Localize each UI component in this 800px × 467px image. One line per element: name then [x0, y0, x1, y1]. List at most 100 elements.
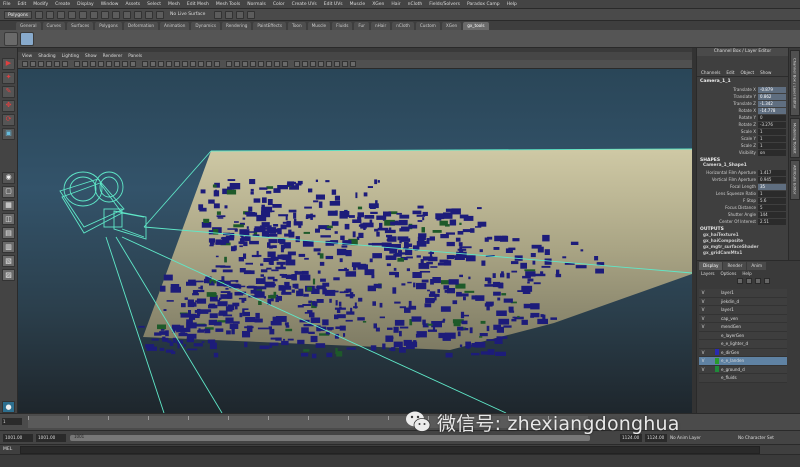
single-pane-layout-icon[interactable]: ▢: [2, 185, 15, 198]
persp-outliner-layout-icon[interactable]: ▤: [2, 227, 15, 240]
viewport-toolbar-icon[interactable]: [98, 61, 104, 67]
undo-icon[interactable]: [68, 10, 77, 19]
move-tool-icon[interactable]: ✥: [2, 99, 15, 112]
attribute-value[interactable]: 0.945: [758, 176, 786, 183]
side-tab-attribute-editor[interactable]: Attribute Editor: [790, 160, 800, 200]
layer-visibility-toggle[interactable]: V: [699, 324, 707, 329]
viewport-toolbar-icon[interactable]: [326, 61, 332, 67]
layer-playback-toggle[interactable]: [707, 298, 715, 304]
viewport-toolbar-icon[interactable]: [74, 61, 80, 67]
shelf-tab[interactable]: Dynamics: [191, 22, 221, 30]
channel-box-menu-item[interactable]: Object: [740, 70, 754, 75]
shelf-tab[interactable]: Surfaces: [67, 22, 94, 30]
menu-item[interactable]: Edit: [18, 2, 27, 7]
viewport-toolbar-icon[interactable]: [274, 61, 280, 67]
viewport-toolbar-icon[interactable]: [30, 61, 36, 67]
menu-item[interactable]: Display: [77, 2, 94, 7]
menu-item[interactable]: Edit UVs: [324, 2, 343, 7]
menu-item[interactable]: File: [3, 2, 11, 7]
layer-playback-toggle[interactable]: [707, 341, 715, 347]
redo-icon[interactable]: [79, 10, 88, 19]
shelf-tab[interactable]: Toon: [288, 22, 306, 30]
viewport-toolbar-icon[interactable]: [342, 61, 348, 67]
select-object-icon[interactable]: [101, 10, 110, 19]
outliner-layout-icon[interactable]: ▨: [2, 269, 15, 282]
select-tool-icon[interactable]: ▶: [2, 58, 15, 70]
attribute-value[interactable]: -3.276: [758, 121, 786, 128]
shelf-tab[interactable]: nHair: [370, 22, 391, 30]
viewport-toolbar-icon[interactable]: [190, 61, 196, 67]
menu-item[interactable]: Mesh Tools: [216, 2, 240, 7]
layer-color-swatch[interactable]: [715, 315, 719, 321]
viewport-menu-item[interactable]: Renderer: [103, 54, 123, 59]
layer-row[interactable]: Vcap_ven: [699, 314, 787, 323]
layer-editor-tab[interactable]: Anim: [747, 262, 767, 270]
menu-item[interactable]: Create: [55, 2, 70, 7]
viewport-toolbar-icon[interactable]: [214, 61, 220, 67]
viewport-toolbar-icon[interactable]: [282, 61, 288, 67]
shelf-tab[interactable]: General: [16, 22, 41, 30]
viewport-toolbar-icon[interactable]: [22, 61, 28, 67]
viewport-toolbar-icon[interactable]: [142, 61, 148, 67]
layer-visibility-toggle[interactable]: V: [699, 316, 707, 321]
selected-object-name[interactable]: Camera_1_1: [697, 77, 788, 86]
move-layer-up-icon[interactable]: [737, 278, 743, 284]
save-scene-icon[interactable]: [57, 10, 66, 19]
snap-point-icon[interactable]: [145, 10, 154, 19]
shelf-tab[interactable]: Muscle: [307, 22, 331, 30]
layer-menu-item[interactable]: Help: [742, 271, 751, 276]
move-layer-down-icon[interactable]: [746, 278, 752, 284]
attribute-row[interactable]: Focus Distance 5: [697, 204, 788, 211]
channel-box-menu-item[interactable]: Channels: [701, 70, 720, 75]
character-set-label[interactable]: No Character Set: [738, 434, 774, 442]
viewport-toolbar-icon[interactable]: [318, 61, 324, 67]
shelf-tab[interactable]: nCloth: [392, 22, 414, 30]
menu-item[interactable]: Window: [101, 2, 119, 7]
layer-row[interactable]: Vlayer1: [699, 289, 787, 298]
shelf-tab[interactable]: Custom: [415, 22, 440, 30]
attribute-row[interactable]: Scale Z1: [697, 142, 788, 149]
layer-playback-toggle[interactable]: [707, 307, 715, 313]
viewport-toolbar-icon[interactable]: [38, 61, 44, 67]
viewport-toolbar-icon[interactable]: [234, 61, 240, 67]
layer-color-swatch[interactable]: [715, 332, 719, 338]
shelf-tab[interactable]: Fluids: [332, 22, 353, 30]
layer-color-swatch[interactable]: [715, 375, 719, 381]
menu-item[interactable]: Paradox Camp: [467, 2, 500, 7]
viewport-toolbar-icon[interactable]: [334, 61, 340, 67]
viewport-toolbar-icon[interactable]: [302, 61, 308, 67]
channel-box-menu-item[interactable]: Show: [760, 70, 771, 75]
layer-color-swatch[interactable]: [715, 366, 719, 373]
menu-item[interactable]: Edit Mesh: [187, 2, 209, 7]
shelf-tab[interactable]: Curves: [42, 22, 66, 30]
command-input[interactable]: [20, 446, 760, 454]
camera-icon[interactable]: ●: [2, 401, 15, 414]
viewport-toolbar-icon[interactable]: [122, 61, 128, 67]
side-tab-modeling-toolkit[interactable]: Modeling Toolkit: [790, 118, 800, 158]
layer-color-swatch[interactable]: [715, 290, 719, 296]
attribute-value[interactable]: 1: [758, 190, 786, 197]
attribute-row[interactable]: Vertical Film Aperture 0.945: [697, 176, 788, 183]
layer-row[interactable]: Ve_e_landen: [699, 357, 787, 366]
shelf-tab[interactable]: Polygons: [95, 22, 122, 30]
hypershade-layout-icon[interactable]: ▧: [2, 255, 15, 268]
layer-row[interactable]: VmendGen: [699, 323, 787, 332]
viewport-toolbar-icon[interactable]: [250, 61, 256, 67]
persp-graph-layout-icon[interactable]: ▥: [2, 241, 15, 254]
layer-row[interactable]: Ve_ground_d: [699, 365, 787, 374]
menu-set-select[interactable]: Polygons: [4, 10, 33, 19]
scale-tool-icon[interactable]: ▣: [2, 127, 15, 140]
select-component-icon[interactable]: [112, 10, 121, 19]
open-scene-icon[interactable]: [46, 10, 55, 19]
attribute-value[interactable]: 1.417: [758, 169, 786, 176]
viewport-menu-item[interactable]: Shading: [38, 54, 55, 59]
shelf-tab[interactable]: PaintEffects: [253, 22, 287, 30]
side-tab-channel-box[interactable]: Channel Box / Layer Editor: [790, 50, 800, 116]
viewport-toolbar-icon[interactable]: [174, 61, 180, 67]
viewport-toolbar-icon[interactable]: [150, 61, 156, 67]
layer-visibility-toggle[interactable]: V: [699, 290, 707, 295]
viewport-toolbar-icon[interactable]: [62, 61, 68, 67]
lasso-tool-icon[interactable]: ✦: [2, 71, 15, 84]
attribute-row[interactable]: Rotate Y0: [697, 114, 788, 121]
shelf-script-button[interactable]: [4, 31, 18, 46]
